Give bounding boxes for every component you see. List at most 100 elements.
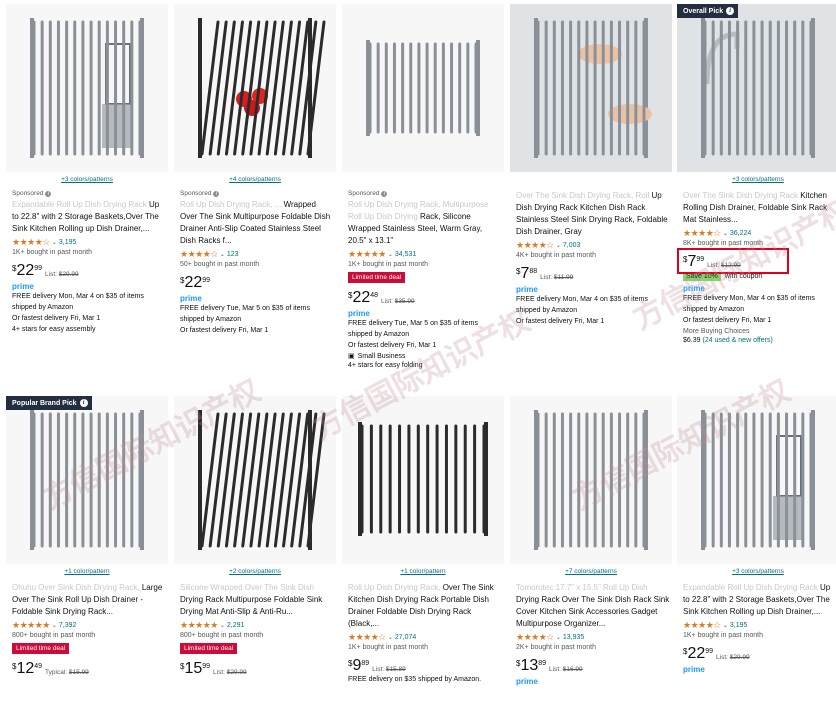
- chevron-down-icon[interactable]: ⌄: [388, 634, 393, 641]
- product-image-box[interactable]: [6, 396, 168, 564]
- more-buying-offer[interactable]: $6.39 (24 used & new offers): [683, 335, 836, 346]
- info-icon[interactable]: i: [381, 190, 388, 197]
- chevron-down-icon[interactable]: ⌄: [556, 634, 561, 641]
- colors-patterns-link[interactable]: +3 colors/patterns: [677, 568, 836, 575]
- product-image-box[interactable]: [174, 4, 336, 172]
- info-icon[interactable]: i: [213, 190, 220, 197]
- colors-patterns-link[interactable]: +1 color/pattern: [6, 568, 168, 575]
- colors-patterns-link[interactable]: +3 colors/patterns: [6, 176, 168, 183]
- product-card[interactable]: +2 colors/patterns Silicone Wrapped Over …: [174, 396, 336, 700]
- colors-patterns-link[interactable]: +1 color/pattern: [342, 568, 504, 575]
- rating-row[interactable]: ★★★★☆ ⌄ 123: [180, 249, 334, 259]
- review-count[interactable]: 3,195: [59, 239, 77, 246]
- product-image-box[interactable]: [342, 4, 504, 172]
- product-image-box[interactable]: [510, 396, 672, 564]
- price-row[interactable]: $13 89 List: $16.99: [516, 658, 670, 674]
- star-rating-icon: ★★★★☆: [180, 249, 218, 259]
- rating-row[interactable]: ★★★★☆ ⌄ 7,003: [516, 240, 670, 250]
- chevron-down-icon[interactable]: ⌄: [52, 239, 57, 246]
- product-card[interactable]: Overall Pick i +3 colors/patterns Over The …: [677, 4, 836, 392]
- product-title: Drying Rack Over The Sink Dish Rack Sink…: [516, 595, 670, 628]
- product-title-link[interactable]: Silicone Wrapped Over The Sink Dish Dryi…: [180, 582, 334, 618]
- colors-patterns-link[interactable]: +4 colors/patterns: [174, 176, 336, 183]
- review-count[interactable]: 34,531: [395, 251, 416, 258]
- product-title-link[interactable]: Roll Up Dish Drying Rack, Over The Sink …: [348, 582, 502, 630]
- price-row[interactable]: $7 88 List: $11.99: [516, 266, 670, 282]
- review-count[interactable]: 36,224: [730, 230, 751, 237]
- review-count[interactable]: 3,195: [730, 622, 748, 629]
- product-image: [6, 4, 168, 172]
- review-count[interactable]: 13,935: [563, 634, 584, 641]
- product-title-link[interactable]: Over The Sink Dish Drying Rack Kitchen R…: [683, 190, 836, 226]
- rating-highlight-box: [677, 248, 789, 274]
- chevron-down-icon[interactable]: ⌄: [220, 251, 225, 258]
- review-count[interactable]: 7,392: [59, 622, 77, 629]
- price-fraction: 99: [705, 648, 714, 655]
- product-image-box[interactable]: [6, 4, 168, 172]
- chevron-down-icon[interactable]: ⌄: [220, 622, 225, 629]
- rating-row[interactable]: ★★★★★ ⌄ 34,531: [348, 249, 502, 259]
- product-card[interactable]: +7 colors/patterns Tomorotec 17.7" x 15.5…: [510, 396, 672, 700]
- review-count[interactable]: 7,003: [563, 242, 581, 249]
- rating-row[interactable]: ★★★★☆ ⌄ 13,935: [516, 632, 670, 642]
- info-icon[interactable]: i: [726, 7, 735, 15]
- price-row[interactable]: $12 49 Typical: $15.99: [12, 661, 166, 677]
- info-icon[interactable]: i: [45, 190, 52, 197]
- price-row[interactable]: $22 99 List: $29.99: [12, 263, 166, 279]
- product-title-link[interactable]: Roll Up Dish Drying Rack, ... Wrapped Ov…: [180, 199, 334, 247]
- product-title-faded: Over The Sink Dish Drying Rack, Roll: [516, 191, 650, 200]
- product-card[interactable]: +4 colors/patterns Sponsored i Roll Up Dish…: [174, 4, 336, 392]
- bought-past-month: 8K+ bought in past month: [683, 240, 763, 247]
- rating-row[interactable]: ★★★★☆ ⌄ 3,195: [12, 237, 166, 247]
- product-title-link[interactable]: Expandable Roll Up Dish Drying Rack Up t…: [12, 199, 166, 235]
- star-rating-icon: ★★★★★: [180, 620, 218, 630]
- price: $22 99: [683, 646, 713, 662]
- bought-past-month: 800+ bought in past month: [12, 632, 96, 639]
- price-row[interactable]: $9 89 List: $15.89: [348, 658, 502, 674]
- chevron-down-icon[interactable]: ⌄: [556, 242, 561, 249]
- colors-patterns-link[interactable]: +2 colors/patterns: [174, 568, 336, 575]
- product-details: Expandable Roll Up Dish Drying Rack Up t…: [683, 582, 836, 674]
- product-card[interactable]: Over The Sink Dish Drying Rack, Roll Up …: [510, 4, 672, 392]
- price-row[interactable]: $22 48 List: $35.99: [348, 290, 502, 306]
- review-count[interactable]: 27,074: [395, 634, 416, 641]
- product-image-box[interactable]: [342, 396, 504, 564]
- chevron-down-icon[interactable]: ⌄: [52, 622, 57, 629]
- product-image-box[interactable]: [510, 4, 672, 172]
- chevron-down-icon[interactable]: ⌄: [723, 230, 728, 237]
- rating-row[interactable]: ★★★★☆ ⌄ 27,074: [348, 632, 502, 642]
- product-image-box[interactable]: [174, 396, 336, 564]
- rating-row[interactable]: ★★★★★ ⌄ 2,291: [180, 620, 334, 630]
- chevron-down-icon[interactable]: ⌄: [723, 622, 728, 629]
- product-card[interactable]: +3 colors/patterns Sponsored i Expandable R…: [6, 4, 168, 392]
- product-card[interactable]: Popular Brand Pick i +1 color/pattern Ohuhu…: [6, 396, 168, 700]
- product-card[interactable]: +3 colors/patterns Expandable Roll Up Dis…: [677, 396, 836, 700]
- rating-row[interactable]: ★★★★☆ ⌄ 3,195: [683, 620, 836, 630]
- offers-link[interactable]: (24 used & new offers): [702, 337, 772, 344]
- product-title-link[interactable]: Over The Sink Dish Drying Rack, Roll Up …: [516, 190, 670, 238]
- product-card[interactable]: Sponsored i Roll Up Dish Drying Rack, Mult…: [342, 4, 504, 392]
- review-count[interactable]: 123: [227, 251, 239, 258]
- product-details: Tomorotec 17.7" x 15.5" Roll Up Dish Dry…: [516, 582, 670, 686]
- price-row[interactable]: $15 99 List: $29.99: [180, 661, 334, 677]
- product-image-box[interactable]: [677, 396, 836, 564]
- review-count[interactable]: 2,291: [227, 622, 245, 629]
- colors-patterns-link[interactable]: +3 colors/patterns: [677, 176, 836, 183]
- highlight-note: 4+ stars for easy assembly: [12, 326, 96, 333]
- rating-row[interactable]: ★★★★★ ⌄ 7,392: [12, 620, 166, 630]
- product-image-box[interactable]: [677, 4, 836, 172]
- product-title-link[interactable]: Expandable Roll Up Dish Drying Rack Up t…: [683, 582, 836, 618]
- product-card[interactable]: +1 color/pattern Roll Up Dish Drying Rack…: [342, 396, 504, 700]
- small-business-badge[interactable]: ▣ Small Business: [348, 352, 502, 361]
- chevron-down-icon[interactable]: ⌄: [388, 251, 393, 258]
- product-image: [677, 396, 836, 564]
- price-row[interactable]: $22 99 List: $29.99: [683, 646, 836, 662]
- info-icon[interactable]: i: [79, 399, 88, 407]
- delivery-info: FREE delivery Mon, Mar 4 on $35 of items…: [683, 295, 815, 313]
- product-title-link[interactable]: Ohuhu Over Sink Dish Drying Rack, Large …: [12, 582, 166, 618]
- rating-row[interactable]: ★★★★☆ ⌄ 36,224: [683, 228, 836, 238]
- product-title-link[interactable]: Tomorotec 17.7" x 15.5" Roll Up Dish Dry…: [516, 582, 670, 630]
- price-row[interactable]: $22 99: [180, 275, 334, 291]
- colors-patterns-link[interactable]: +7 colors/patterns: [510, 568, 672, 575]
- product-title-link[interactable]: Roll Up Dish Drying Rack, Multipurpose R…: [348, 199, 502, 247]
